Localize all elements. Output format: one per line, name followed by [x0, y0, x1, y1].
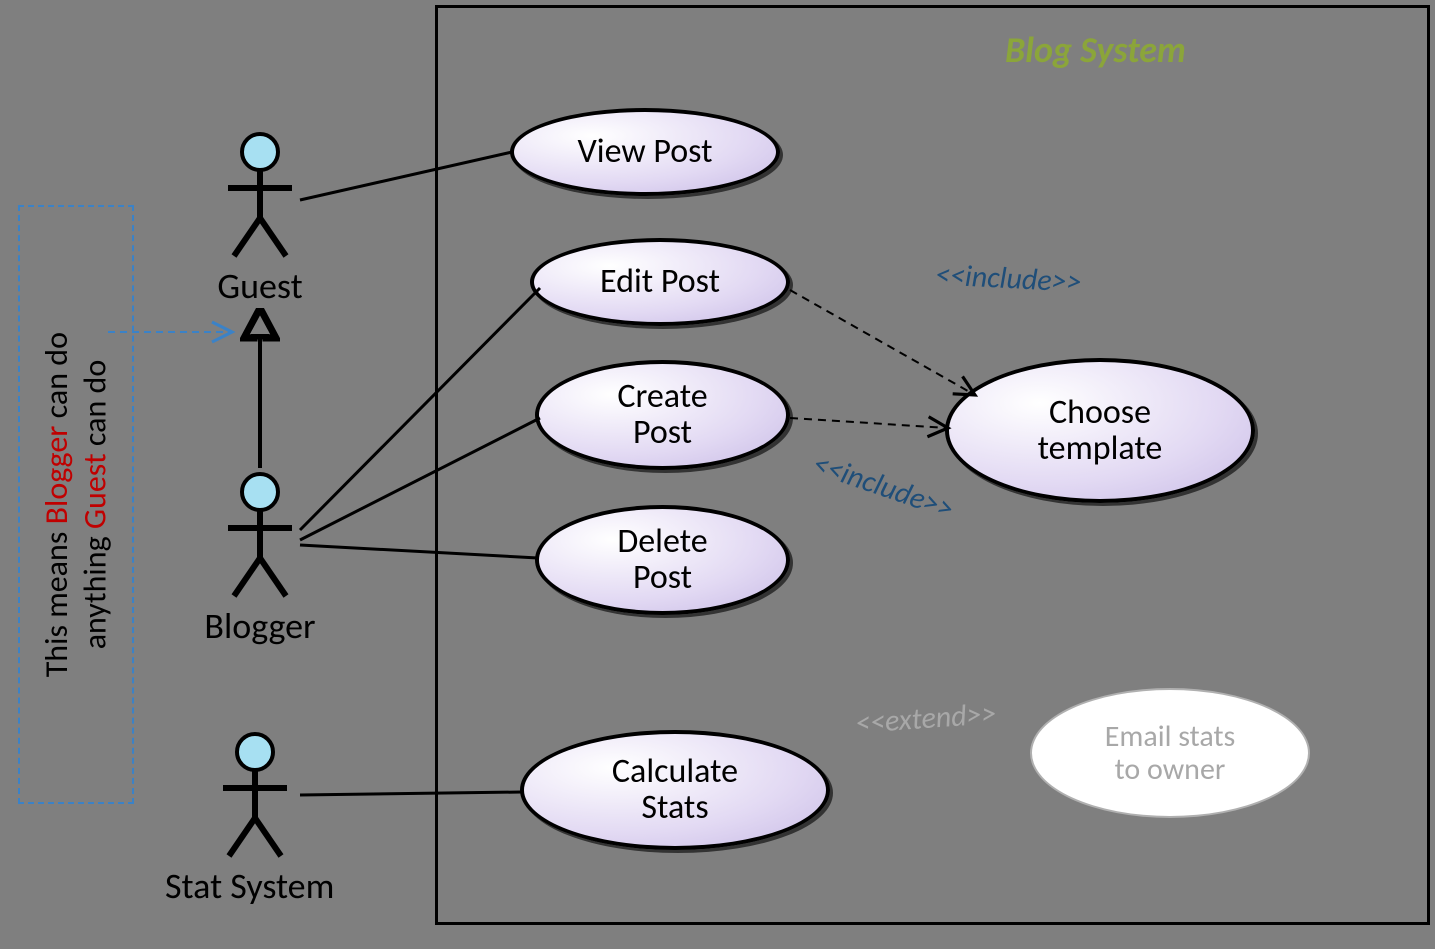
actor-statsystem-label: Stat System [165, 864, 334, 908]
stick-figure-icon [195, 730, 315, 860]
actor-statsystem: Stat System [165, 730, 334, 908]
actor-guest-label: Guest [200, 264, 320, 308]
generalization-arrow [240, 308, 280, 468]
note-word-blogger: Blogger [37, 425, 76, 524]
usecase-view-post-label: View Post [578, 134, 713, 170]
usecase-choose-template: Choose template [945, 358, 1255, 503]
diagram-canvas: Blog System This means Blogger can do an… [0, 0, 1435, 949]
usecase-view-post: View Post [510, 108, 780, 196]
usecase-delete-post-label: Delete Post [617, 524, 707, 595]
note-suffix: can do [75, 360, 114, 454]
usecase-delete-post: Delete Post [535, 505, 790, 615]
actor-blogger-label: Blogger [200, 604, 320, 648]
include-label-1: <<include>> [934, 256, 1082, 301]
usecase-create-post-label: Create Post [617, 379, 707, 450]
note-prefix: This means [37, 524, 76, 677]
usecase-calculate-stats: Calculate Stats [520, 730, 830, 850]
actor-blogger: Blogger [200, 470, 320, 648]
note-generalization: This means Blogger can do anything Guest… [18, 205, 134, 804]
actor-guest: Guest [200, 130, 320, 308]
note-text: This means Blogger can do anything Guest… [38, 332, 115, 677]
stick-figure-icon [200, 130, 320, 260]
usecase-edit-post: Edit Post [530, 238, 790, 326]
usecase-edit-post-label: Edit Post [600, 264, 720, 300]
usecase-email-stats-label: Email stats to owner [1105, 720, 1236, 786]
system-title: Blog System [1005, 28, 1186, 72]
note-word-guest: Guest [75, 453, 114, 529]
usecase-email-stats: Email stats to owner [1030, 688, 1310, 818]
usecase-calculate-stats-label: Calculate Stats [612, 754, 738, 825]
usecase-create-post: Create Post [535, 360, 790, 470]
stick-figure-icon [200, 470, 320, 600]
usecase-choose-template-label: Choose template [1038, 395, 1163, 466]
